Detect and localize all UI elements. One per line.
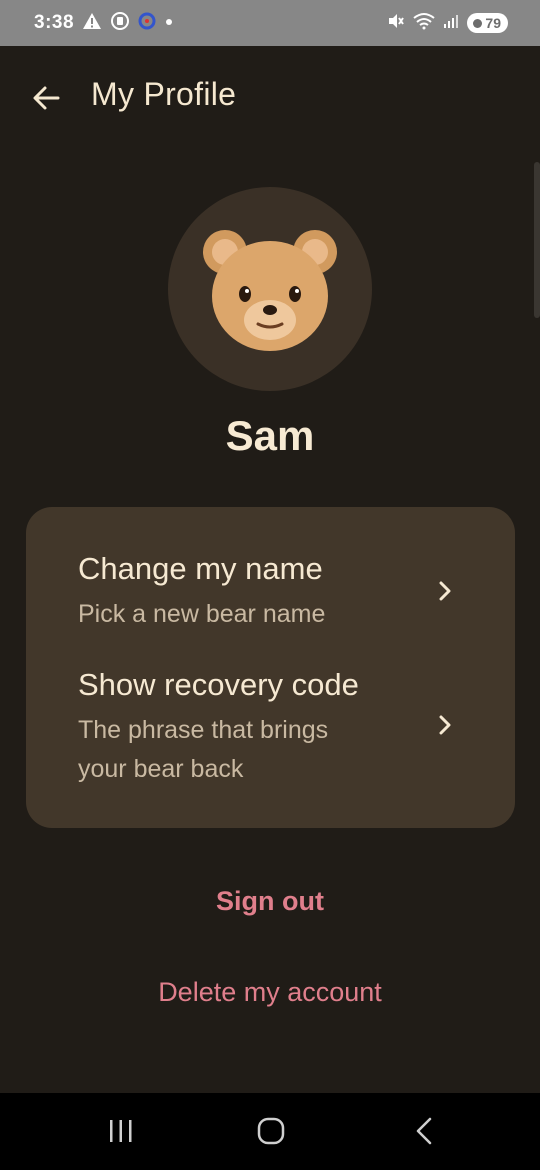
change-name-title: Change my name	[78, 551, 323, 586]
home-button[interactable]	[251, 1113, 291, 1149]
system-nav-bar	[0, 1093, 540, 1170]
app-notification-icon	[138, 12, 156, 35]
page-title: My Profile	[91, 76, 237, 112]
profile-options-card: Change my name Pick a new bear name Show…	[26, 507, 515, 828]
chevron-left-icon	[416, 1117, 432, 1145]
status-right: 79	[387, 12, 508, 35]
battery-dot	[473, 18, 483, 28]
avatar	[168, 187, 372, 391]
app-bar: My Profile	[0, 58, 540, 138]
status-bar: 3:38 79	[0, 0, 540, 46]
screen-record-icon	[110, 11, 130, 36]
delete-account-button[interactable]: Delete my account	[0, 977, 540, 1008]
scrollbar[interactable]	[534, 162, 540, 318]
battery-icon: 79	[467, 13, 508, 33]
home-icon	[257, 1117, 285, 1145]
status-left: 3:38	[34, 11, 174, 36]
bear-face-icon	[203, 230, 337, 351]
dot-icon	[164, 14, 174, 32]
change-name-item[interactable]: Change my name Pick a new bear name	[26, 507, 515, 637]
status-time: 3:38	[34, 12, 75, 33]
signal-icon	[443, 13, 459, 34]
chevron-right-icon	[434, 714, 456, 736]
battery-level: 79	[485, 15, 501, 31]
system-back-button[interactable]	[404, 1113, 444, 1149]
wifi-icon	[413, 12, 436, 35]
recent-apps-button[interactable]	[101, 1113, 141, 1149]
mute-icon	[387, 12, 405, 35]
sign-out-button[interactable]: Sign out	[0, 886, 540, 917]
warning-icon	[82, 12, 102, 35]
chevron-right-icon	[434, 580, 456, 602]
back-arrow-icon	[33, 86, 60, 110]
recovery-code-subtitle-line1: The phrase that brings	[78, 716, 329, 744]
recovery-code-subtitle-line2: your bear back	[78, 755, 244, 783]
recent-apps-icon	[110, 1120, 132, 1142]
recovery-code-item[interactable]: Show recovery code The phrase that bring…	[26, 647, 515, 807]
user-name: Sam	[225, 412, 315, 459]
back-button[interactable]	[28, 80, 64, 116]
change-name-subtitle: Pick a new bear name	[78, 600, 326, 628]
recovery-code-title: Show recovery code	[78, 667, 359, 702]
